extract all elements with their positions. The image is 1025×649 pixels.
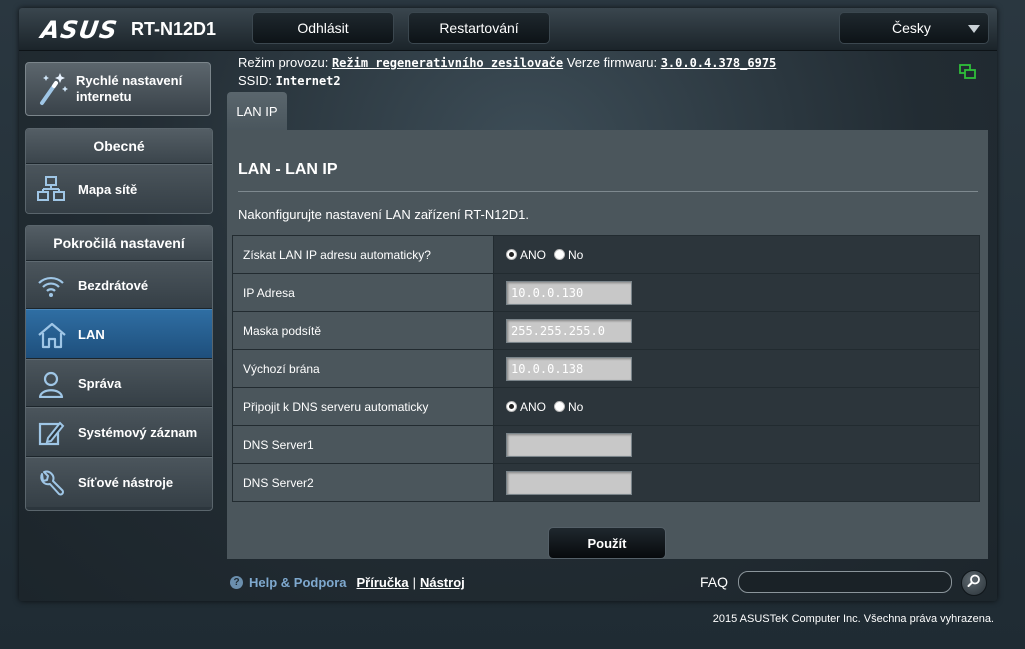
lan-settings-table: Získat LAN IP adresu automaticky? ANO No… — [232, 235, 980, 502]
sidebar-item-system-log[interactable]: Systémový záznam — [26, 407, 212, 457]
device-info: Režim provozu: Režim regenerativního zes… — [238, 54, 776, 90]
ip-address-input[interactable] — [506, 280, 632, 305]
sidebar-item-label: Bezdrátové — [78, 278, 149, 293]
mode-label: Režim provozu: — [238, 55, 329, 70]
top-bar: ASUS RT-N12D1 Odhlásit Restartování Česk… — [19, 8, 997, 51]
faq-label: FAQ — [700, 574, 729, 590]
radio-label: ANO — [520, 399, 547, 414]
caret-down-icon — [968, 25, 980, 33]
sidebar-item-label: LAN — [78, 327, 105, 342]
table-row: Maska podsítě — [232, 311, 980, 350]
sidebar-item-label: Síťové nástroje — [78, 475, 174, 490]
auto-ip-yes-radio[interactable] — [506, 249, 517, 260]
wrench-icon — [36, 469, 66, 502]
table-row: Výchozí brána — [232, 349, 980, 388]
auto-ip-radio-group: ANO No — [506, 248, 978, 262]
page-title: LAN - LAN IP — [238, 161, 338, 178]
gateway-input[interactable] — [506, 356, 632, 381]
general-header: Obecné — [26, 129, 212, 164]
auto-ip-no-radio[interactable] — [554, 249, 566, 260]
sidebar-item-label: Správa — [78, 376, 122, 391]
firmware-link[interactable]: 3.0.0.4.378_6975 — [661, 56, 777, 70]
quick-setup-label: Rychlé nastavení internetu — [76, 73, 183, 104]
home-icon — [36, 321, 68, 354]
model-name: RT-N12D1 — [131, 19, 217, 39]
wifi-icon — [36, 272, 66, 305]
restart-button[interactable]: Restartování — [408, 12, 550, 44]
row-label: Připojit k DNS serveru automaticky — [232, 387, 494, 426]
network-map-icon — [36, 175, 66, 208]
language-value: Česky — [892, 20, 931, 36]
title-divider — [238, 191, 978, 192]
tool-link[interactable]: Nástroj — [420, 575, 465, 590]
radio-label: No — [568, 247, 584, 262]
mode-link[interactable]: Režim regenerativního zesilovače — [332, 56, 563, 70]
help-support: ? Help & Podpora Příručka | Nástroj — [230, 575, 465, 590]
faq-search-button[interactable] — [961, 570, 987, 596]
sidebar-item-label: Mapa sítě — [78, 182, 138, 197]
faq-search-input[interactable] — [738, 571, 952, 593]
general-section: Obecné Mapa sítě — [25, 128, 213, 214]
dns-server2-input[interactable] — [506, 470, 632, 495]
table-row: IP Adresa — [232, 273, 980, 312]
edit-log-icon — [36, 419, 66, 452]
logout-button[interactable]: Odhlásit — [252, 12, 394, 44]
row-label: IP Adresa — [232, 273, 494, 312]
link-separator: | — [412, 575, 416, 590]
apply-button[interactable]: Použít — [548, 527, 666, 559]
row-label: Získat LAN IP adresu automaticky? — [232, 235, 494, 274]
help-label: Help & Podpora — [249, 575, 347, 590]
tab-lan-ip[interactable]: LAN IP — [227, 92, 287, 130]
advanced-section: Pokročilá nastavení Bezdrátové LAN Správ… — [25, 225, 213, 511]
copyright: 2015 ASUSTeK Computer Inc. Všechna práva… — [712, 613, 994, 625]
user-icon — [36, 370, 66, 403]
search-icon — [967, 574, 981, 593]
sidebar-item-network-map[interactable]: Mapa sítě — [26, 164, 212, 213]
magic-wand-icon — [36, 69, 70, 114]
row-label: DNS Server2 — [232, 463, 494, 502]
sidebar-item-network-tools[interactable]: Síťové nástroje — [26, 457, 212, 507]
row-label: Maska podsítě — [232, 311, 494, 350]
asus-logo: ASUS — [39, 16, 120, 44]
ssid-value: Internet2 — [275, 74, 341, 88]
help-icon: ? — [230, 576, 243, 589]
radio-label: No — [568, 399, 584, 414]
radio-label: ANO — [520, 247, 547, 262]
sidebar-item-administration[interactable]: Správa — [26, 359, 212, 407]
sidebar-item-label: Systémový záznam — [78, 425, 198, 440]
dns-server1-input[interactable] — [506, 432, 632, 457]
sidebar-item-wireless[interactable]: Bezdrátové — [26, 261, 212, 309]
router-window: ASUS RT-N12D1 Odhlásit Restartování Česk… — [19, 8, 997, 601]
ssid-line: SSID: Internet2 — [238, 72, 776, 90]
table-row: Získat LAN IP adresu automaticky? ANO No — [232, 235, 980, 274]
language-select[interactable]: Česky — [839, 12, 989, 44]
ssid-label: SSID: — [238, 73, 272, 88]
advanced-header: Pokročilá nastavení — [26, 226, 212, 261]
table-row: DNS Server2 — [232, 463, 980, 502]
subnet-mask-input[interactable] — [506, 318, 632, 343]
auto-dns-radio-group: ANO No — [506, 400, 978, 414]
row-label: Výchozí brána — [232, 349, 494, 388]
network-status-icon[interactable] — [959, 64, 977, 85]
quick-setup-button[interactable]: Rychlé nastavení internetu — [25, 62, 211, 116]
auto-dns-yes-radio[interactable] — [506, 401, 517, 412]
manual-link[interactable]: Příručka — [357, 575, 409, 590]
auto-dns-no-radio[interactable] — [554, 401, 566, 412]
table-row: Připojit k DNS serveru automaticky ANO N… — [232, 387, 980, 426]
table-row: DNS Server1 — [232, 425, 980, 464]
settings-panel: LAN - LAN IP Nakonfigurujte nastavení LA… — [227, 130, 988, 559]
sidebar-item-lan[interactable]: LAN — [26, 309, 212, 359]
page-description: Nakonfigurujte nastavení LAN zařízení RT… — [238, 207, 529, 222]
row-label: DNS Server1 — [232, 425, 494, 464]
firmware-label: Verze firmwaru: — [566, 55, 658, 70]
mode-line: Režim provozu: Režim regenerativního zes… — [238, 54, 776, 72]
